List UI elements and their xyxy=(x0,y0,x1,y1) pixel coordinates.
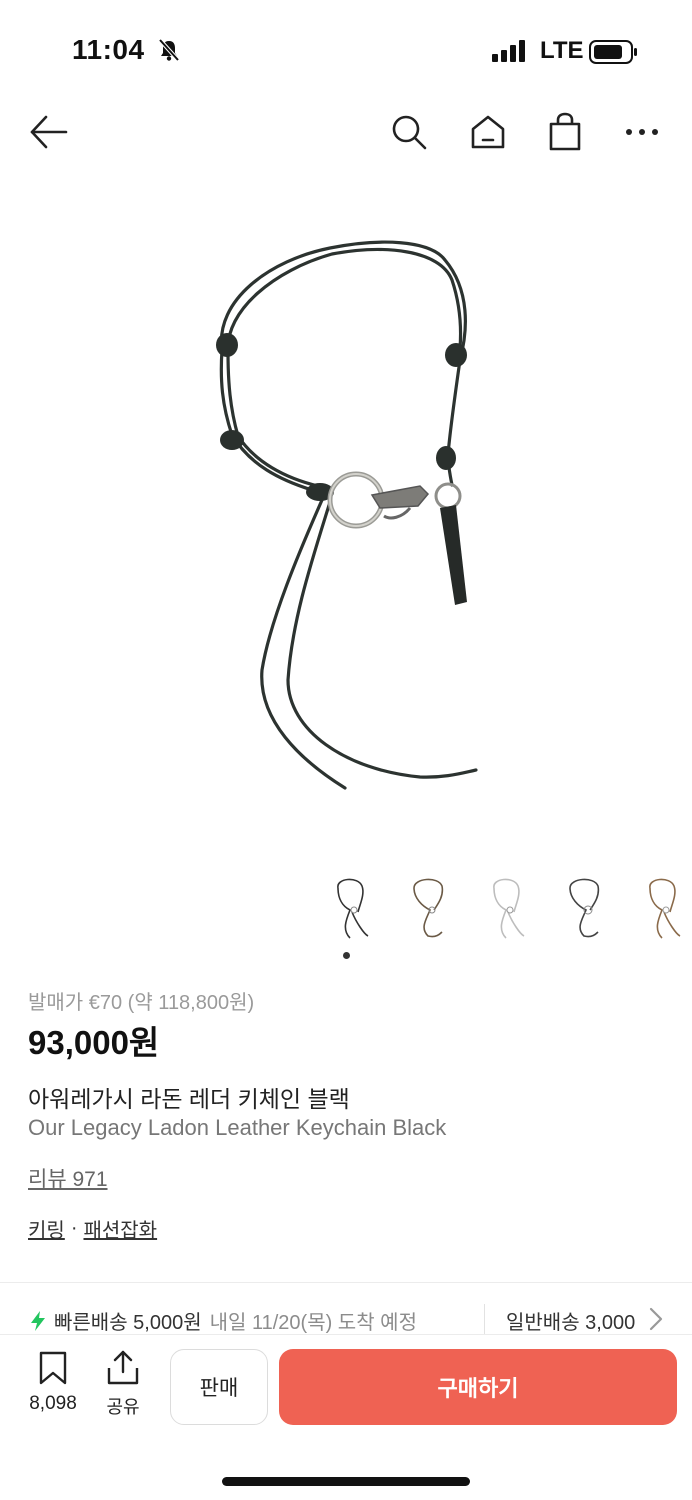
image-pager-dot xyxy=(343,952,350,959)
review-link[interactable]: 리뷰 971 xyxy=(28,1163,108,1193)
product-name-korean: 아워레가시 라돈 레더 키체인 블랙 xyxy=(28,1086,350,1112)
category-breadcrumb: 키링 · 패션잡화 xyxy=(28,1214,157,1243)
arrow-left-icon xyxy=(30,115,68,149)
wishlist-count: 8,098 xyxy=(29,1393,77,1414)
chevron-right-icon[interactable] xyxy=(648,1306,664,1332)
search-icon xyxy=(392,115,427,150)
category-link-keyring[interactable]: 키링 xyxy=(28,1214,65,1243)
share-icon xyxy=(107,1350,139,1385)
fast-shipping-label: 빠른배송 5,000원 xyxy=(54,1312,202,1334)
back-button[interactable] xyxy=(24,108,72,156)
wishlist-button[interactable]: 8,098 xyxy=(22,1350,84,1415)
cart-button[interactable] xyxy=(541,108,589,156)
thumbnail-2[interactable] xyxy=(400,872,456,946)
product-name-english: Our Legacy Ladon Leather Keychain Black xyxy=(28,1115,447,1140)
thumbnail-strip xyxy=(322,872,690,946)
thumbnail-5[interactable] xyxy=(634,872,690,946)
search-button[interactable] xyxy=(385,108,433,156)
signal-icon xyxy=(492,40,525,62)
bookmark-icon xyxy=(39,1351,67,1385)
battery-icon xyxy=(589,40,637,64)
fast-shipping-eta: 내일 11/20(목) 도착 예정 xyxy=(209,1312,417,1334)
home-button[interactable] xyxy=(464,108,512,156)
thumbnail-4[interactable] xyxy=(556,872,612,946)
share-button[interactable]: 공유 xyxy=(100,1350,146,1419)
divider xyxy=(0,1282,692,1283)
thumbnail-3[interactable] xyxy=(478,872,534,946)
sell-button[interactable]: 판매 xyxy=(170,1349,268,1425)
category-link-fashion-goods[interactable]: 패션잡화 xyxy=(83,1214,157,1243)
status-time: 11:04 xyxy=(72,34,145,65)
more-dots-icon xyxy=(626,129,658,135)
lightning-bolt-icon xyxy=(31,1310,45,1331)
thumbnail-1[interactable] xyxy=(322,872,378,946)
network-label: LTE xyxy=(540,37,584,64)
buy-button[interactable]: 구매하기 xyxy=(279,1349,677,1425)
home-icon xyxy=(471,115,505,149)
fast-shipping-option[interactable]: 빠른배송 5,000원 내일 11/20(목) 도착 예정 xyxy=(28,1306,417,1335)
normal-shipping-option[interactable]: 일반배송 3,000 xyxy=(506,1306,640,1335)
retail-price: 발매가 €70 (약 118,800원) xyxy=(28,992,255,1014)
share-label: 공유 xyxy=(106,1397,140,1417)
home-indicator xyxy=(222,1477,470,1486)
product-image[interactable] xyxy=(0,190,692,860)
category-separator: · xyxy=(70,1217,78,1239)
more-button[interactable] xyxy=(618,108,666,156)
bell-muted-icon xyxy=(158,38,180,62)
bottom-bar-divider xyxy=(0,1334,692,1335)
current-price: 93,000원 xyxy=(28,1024,160,1061)
shopping-bag-icon xyxy=(549,112,581,151)
shipping-divider xyxy=(484,1304,485,1334)
